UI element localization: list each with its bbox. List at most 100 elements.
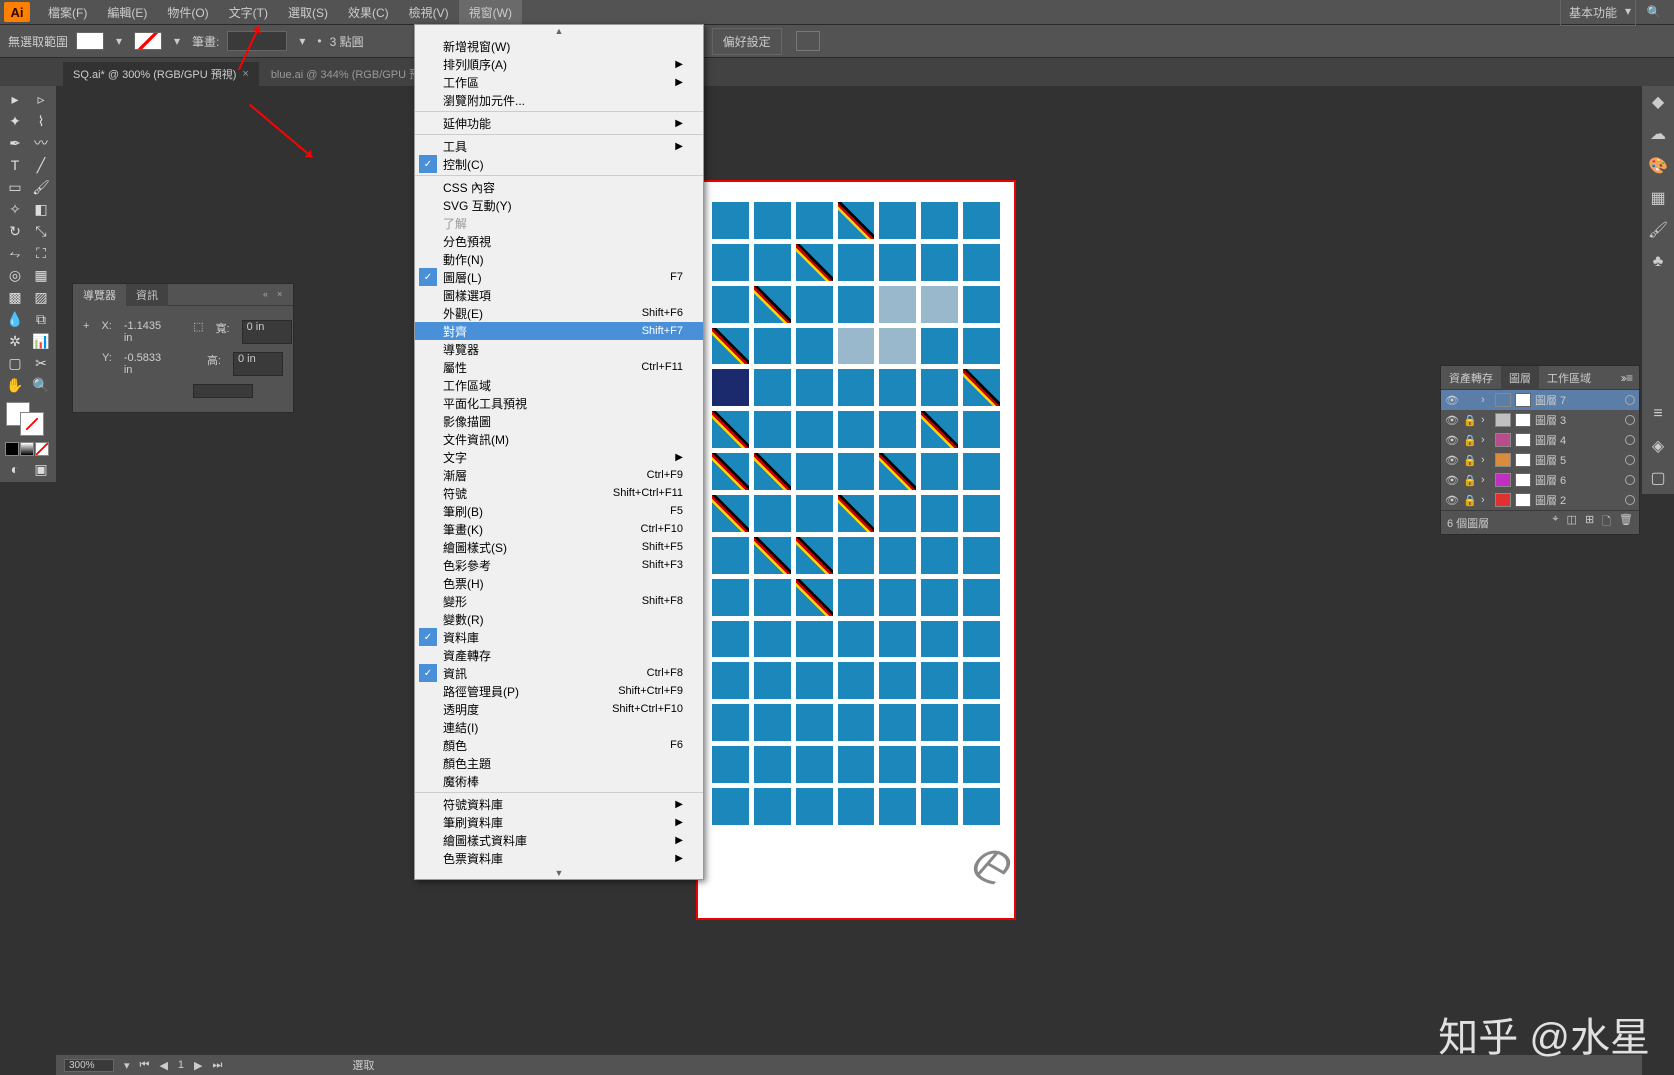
none-mode-icon[interactable] xyxy=(35,442,49,456)
menu-item[interactable]: 魔術棒 xyxy=(415,772,703,790)
expand-icon[interactable]: › xyxy=(1481,414,1491,426)
workspace-selector[interactable]: 基本功能 xyxy=(1560,0,1636,26)
menu-item[interactable]: 新增視窗(W) xyxy=(415,37,703,55)
preferences-button[interactable]: 偏好設定 xyxy=(712,28,782,55)
stroke-dropdown-icon[interactable]: ▾ xyxy=(170,34,184,48)
eraser-tool[interactable]: ◧ xyxy=(28,198,54,220)
zoom-input[interactable] xyxy=(64,1059,114,1072)
selection-tool[interactable]: ▸ xyxy=(2,88,28,110)
draw-mode-icon[interactable]: ◐ xyxy=(2,458,28,480)
menu-item[interactable]: ✓資訊Ctrl+F8 xyxy=(415,664,703,682)
layer-row[interactable]: 👁🔒›圖層 5 xyxy=(1441,450,1639,470)
menu-item[interactable]: 動作(N) xyxy=(415,250,703,268)
menu-item[interactable]: 排列順序(A)▶ xyxy=(415,55,703,73)
menu-item[interactable]: 符號Shift+Ctrl+F11 xyxy=(415,484,703,502)
menu-item[interactable]: ✓圖層(L)F7 xyxy=(415,268,703,286)
panel-tab-navigator[interactable]: 導覽器 xyxy=(73,284,126,306)
menu-item[interactable]: 符號資料庫▶ xyxy=(415,795,703,813)
layer-row[interactable]: 👁🔒›圖層 4 xyxy=(1441,430,1639,450)
make-clipping-mask-icon[interactable]: ◫ xyxy=(1567,513,1577,532)
mesh-tool[interactable]: ▩ xyxy=(2,286,28,308)
shape-builder-tool[interactable]: ◎ xyxy=(2,264,28,286)
nav-first-icon[interactable]: ⏮ xyxy=(140,1059,150,1072)
scale-tool[interactable]: ⤡ xyxy=(28,220,54,242)
menu-item[interactable]: ✓資料庫 xyxy=(415,628,703,646)
visibility-icon[interactable]: 👁 xyxy=(1445,414,1459,427)
shaper-tool[interactable]: ✧ xyxy=(2,198,28,220)
stroke-panel-icon[interactable]: ≡ xyxy=(1642,398,1674,430)
menu-item[interactable]: SVG 互動(Y) xyxy=(415,196,703,214)
menu-item[interactable]: 工具▶ xyxy=(415,137,703,155)
menu-item[interactable]: 平面化工具預視 xyxy=(415,394,703,412)
menu-item[interactable]: 圖樣選項 xyxy=(415,286,703,304)
doc-tab-active[interactable]: SQ.ai* @ 300% (RGB/GPU 預視) × xyxy=(63,62,259,86)
stroke-weight-dd-icon[interactable]: ▾ xyxy=(295,34,309,48)
free-transform-tool[interactable]: ⛶ xyxy=(28,242,54,264)
close-icon[interactable]: × xyxy=(277,289,289,301)
menu-item[interactable]: CSS 內容 xyxy=(415,178,703,196)
menu-item[interactable]: 色票(H) xyxy=(415,574,703,592)
lock-icon[interactable]: 🔒 xyxy=(1463,494,1477,507)
expand-icon[interactable]: › xyxy=(1481,494,1491,506)
stroke-box[interactable] xyxy=(20,412,44,436)
color-panel-icon[interactable]: 🎨 xyxy=(1642,150,1674,182)
nav-prev-icon[interactable]: ◀ xyxy=(159,1059,167,1072)
layer-row[interactable]: 👁🔒›圖層 6 xyxy=(1441,470,1639,490)
menu-item[interactable]: 瀏覽附加元件... xyxy=(415,91,703,109)
paintbrush-tool[interactable]: 🖌 xyxy=(28,176,54,198)
menu-item[interactable]: 顏色F6 xyxy=(415,736,703,754)
brushes-panel-icon[interactable]: 🖌 xyxy=(1642,214,1674,246)
panel-tab-assets[interactable]: 資產轉存 xyxy=(1441,366,1501,390)
zoom-tool[interactable]: 🔍 xyxy=(28,374,54,396)
search-icon[interactable]: 🔍 xyxy=(1642,0,1666,24)
nav-last-icon[interactable]: ⏭ xyxy=(213,1059,223,1072)
menu-edit[interactable]: 編輯(E) xyxy=(97,0,157,25)
symbols-panel-icon[interactable]: ♣ xyxy=(1642,246,1674,278)
lock-icon[interactable]: 🔒 xyxy=(1463,414,1477,427)
lock-icon[interactable]: 🔒 xyxy=(1463,474,1477,487)
visibility-icon[interactable]: 👁 xyxy=(1445,434,1459,447)
menu-view[interactable]: 檢視(V) xyxy=(399,0,459,25)
width-tool[interactable]: ⥊ xyxy=(2,242,28,264)
swatches-panel-icon[interactable]: ▦ xyxy=(1642,182,1674,214)
perspective-tool[interactable]: ▦ xyxy=(28,264,54,286)
menu-item[interactable]: 透明度Shift+Ctrl+F10 xyxy=(415,700,703,718)
layers-panel-icon[interactable]: ◈ xyxy=(1642,430,1674,462)
menu-item[interactable]: 文字▶ xyxy=(415,448,703,466)
stroke-swatch[interactable] xyxy=(134,32,162,50)
menu-item[interactable]: 筆刷資料庫▶ xyxy=(415,813,703,831)
lock-icon[interactable]: 🔒 xyxy=(1463,454,1477,467)
visibility-icon[interactable]: 👁 xyxy=(1445,394,1459,407)
menu-item[interactable]: 對齊Shift+F7 xyxy=(415,322,703,340)
menu-type[interactable]: 文字(T) xyxy=(219,0,278,25)
panel-tab-artboards[interactable]: 工作區域 xyxy=(1539,366,1599,390)
menu-item[interactable]: 延伸功能▶ xyxy=(415,114,703,132)
canvas[interactable]: ⅇ xyxy=(56,86,1642,1055)
brush-profile[interactable]: 3 點圓 xyxy=(330,33,364,50)
expand-icon[interactable]: › xyxy=(1481,474,1491,486)
panel-menu-icon[interactable]: ›› ≡ xyxy=(1613,371,1639,385)
menu-effect[interactable]: 效果(C) xyxy=(338,0,399,25)
artboard-tool[interactable]: ▢ xyxy=(2,352,28,374)
menu-item[interactable]: 色彩參考Shift+F3 xyxy=(415,556,703,574)
blend-tool[interactable]: ⧉ xyxy=(28,308,54,330)
menu-object[interactable]: 物件(O) xyxy=(157,0,218,25)
new-layer-icon[interactable]: 🗋 xyxy=(1602,513,1611,532)
menu-item[interactable]: 變數(R) xyxy=(415,610,703,628)
line-tool[interactable]: ╱ xyxy=(28,154,54,176)
screen-mode-icon[interactable]: ▣ xyxy=(28,458,54,480)
new-sublayer-icon[interactable]: ⊞ xyxy=(1585,513,1594,532)
symbol-sprayer-tool[interactable]: ✲ xyxy=(2,330,28,352)
menu-item[interactable]: 繪圖樣式資料庫▶ xyxy=(415,831,703,849)
eyedropper-tool[interactable]: 💧 xyxy=(2,308,28,330)
libraries-panel-icon[interactable]: ☁ xyxy=(1642,118,1674,150)
menu-item[interactable]: ✓控制(C) xyxy=(415,155,703,173)
menu-item[interactable]: 屬性Ctrl+F11 xyxy=(415,358,703,376)
expand-icon[interactable]: › xyxy=(1481,454,1491,466)
target-icon[interactable] xyxy=(1625,395,1635,405)
menu-item[interactable]: 工作區▶ xyxy=(415,73,703,91)
menu-item[interactable]: 路徑管理員(P)Shift+Ctrl+F9 xyxy=(415,682,703,700)
menu-item[interactable]: 工作區域 xyxy=(415,376,703,394)
stroke-weight-input[interactable] xyxy=(227,31,287,51)
menu-item[interactable]: 色票資料庫▶ xyxy=(415,849,703,867)
